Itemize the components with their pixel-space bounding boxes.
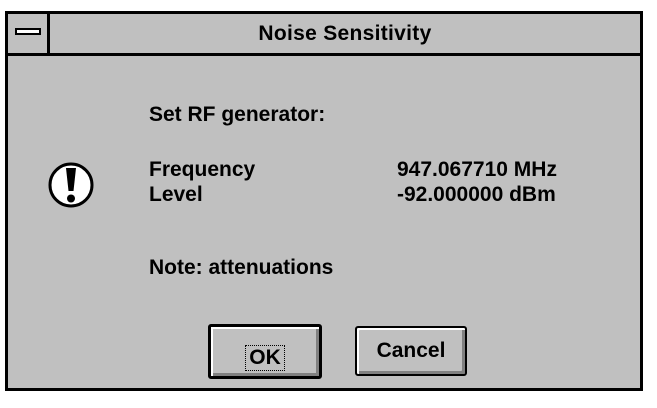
system-menu-button[interactable] [8, 14, 50, 53]
window-title: Noise Sensitivity [258, 22, 432, 45]
ok-button[interactable]: OK [208, 324, 322, 379]
ok-button-label: OK [245, 344, 285, 371]
frequency-value: 947.067710 MHz [397, 158, 557, 181]
system-menu-icon [15, 28, 41, 35]
dialog-body: Set RF generator: Frequency 947.067710 M… [8, 56, 640, 388]
frequency-label: Frequency [149, 158, 256, 181]
title-bar[interactable]: Noise Sensitivity [8, 14, 640, 56]
level-value: -92.000000 dBm [397, 183, 556, 206]
note-text: Note: attenuations [149, 256, 334, 279]
instruction-heading: Set RF generator: [149, 103, 326, 126]
level-label: Level [149, 183, 203, 206]
noise-sensitivity-dialog: Noise Sensitivity Set RF generator: Freq… [5, 11, 643, 391]
exclamation-icon [48, 162, 94, 208]
cancel-button[interactable]: Cancel [355, 326, 467, 376]
